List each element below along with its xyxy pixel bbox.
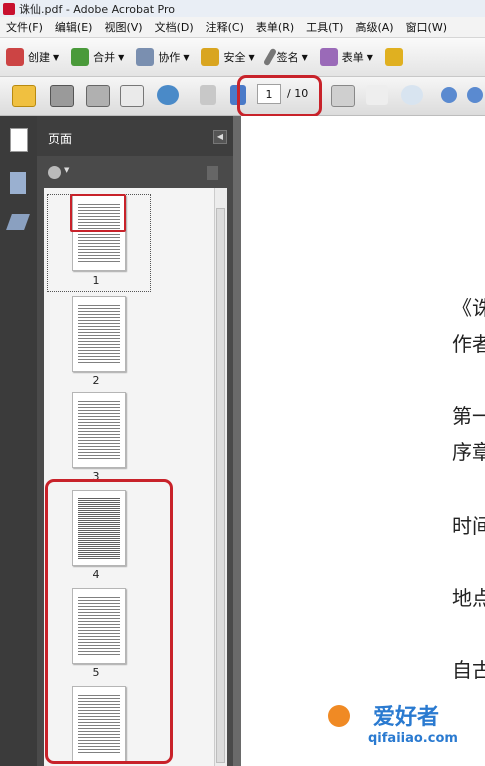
document-line: 自古 xyxy=(452,658,485,682)
page-thumbnail-label: 1 xyxy=(92,274,100,287)
menu-advanced[interactable]: 高级(A) xyxy=(349,19,399,35)
collaborate-icon xyxy=(136,48,155,66)
film-icon xyxy=(384,48,403,66)
collaborate-button[interactable]: 协作 ▼ xyxy=(130,48,195,66)
chevron-down-icon: ▼ xyxy=(366,52,373,62)
zoom-in-icon[interactable] xyxy=(467,87,483,103)
menu-document[interactable]: 文档(D) xyxy=(149,19,200,35)
menu-forms[interactable]: 表单(R) xyxy=(250,19,300,35)
page-thumbnail[interactable] xyxy=(72,296,126,372)
forms-label: 表单 xyxy=(341,51,364,64)
task-toolbar: 创建 ▼ 合并 ▼ 协作 ▼ 安全 ▼ 签名 ▼ 表单 ▼ xyxy=(0,38,485,77)
menu-view[interactable]: 视图(V) xyxy=(98,19,148,35)
secure-button[interactable]: 安全 ▼ xyxy=(195,48,260,66)
document-line: 作者 xyxy=(452,332,485,356)
zoom-out-icon[interactable] xyxy=(441,87,457,103)
create-button[interactable]: 创建 ▼ xyxy=(0,48,65,66)
watermark-text: 爱好者 xyxy=(373,705,440,730)
chevron-down-icon: ▼ xyxy=(64,166,70,174)
document-line: 第一 xyxy=(452,404,485,428)
document-line: 时间 xyxy=(452,514,485,538)
thumbnail-highlight xyxy=(70,194,126,232)
form-icon xyxy=(319,48,338,66)
print-icon[interactable] xyxy=(50,85,74,107)
forms-button[interactable]: 表单 ▼ xyxy=(314,48,379,66)
watermark-logo-icon xyxy=(328,705,350,727)
document-line: 《诛 xyxy=(452,296,485,320)
menu-tools[interactable]: 工具(T) xyxy=(300,19,349,35)
page-number-highlight xyxy=(237,75,322,117)
open-folder-icon[interactable] xyxy=(12,85,36,107)
email-icon[interactable] xyxy=(120,85,144,107)
thumbnail-content xyxy=(78,303,120,365)
chevron-down-icon: ▼ xyxy=(301,52,308,62)
pages-panel-toolbar: ▼ xyxy=(37,156,233,186)
navigation-pane-strip xyxy=(0,116,37,766)
document-view[interactable]: 《诛 作者 第一 序章 时间 地点 自古 xyxy=(241,116,485,766)
page-thumbnails: 1 2 3 4 5 xyxy=(44,188,214,766)
watermark-url: qifaiiao.com xyxy=(368,731,458,746)
page-thumbnail-label: 2 xyxy=(92,374,100,387)
menu-comments[interactable]: 注释(C) xyxy=(200,19,250,35)
pages-panel-title: 页面 xyxy=(48,132,73,146)
menu-bar: 文件(F) 编辑(E) 视图(V) 文档(D) 注释(C) 表单(R) 工具(T… xyxy=(0,17,485,38)
title-bar: 诛仙.pdf - Adobe Acrobat Pro xyxy=(0,0,485,17)
create-icon xyxy=(6,48,24,66)
secure-label: 安全 xyxy=(223,51,246,64)
options-gear-icon[interactable] xyxy=(48,166,61,179)
menu-window[interactable]: 窗口(W) xyxy=(400,19,453,35)
select-tool-icon[interactable] xyxy=(331,85,355,107)
zoom-tool-icon[interactable] xyxy=(401,85,423,105)
window-title: 诛仙.pdf - Adobe Acrobat Pro xyxy=(19,2,175,16)
chevron-down-icon: ▼ xyxy=(248,52,255,62)
hand-tool-icon[interactable] xyxy=(366,85,388,105)
chevron-down-icon: ▼ xyxy=(118,52,125,62)
bookmarks-panel-icon[interactable] xyxy=(10,172,26,194)
thumbnail-content xyxy=(78,399,120,461)
menu-file[interactable]: 文件(F) xyxy=(0,19,49,35)
panel-splitter[interactable] xyxy=(233,116,241,766)
site-watermark: 爱好者 qifaiiao.com xyxy=(328,695,485,763)
create-label: 创建 xyxy=(28,51,50,64)
pages-panel-icon[interactable] xyxy=(10,128,28,152)
combine-button[interactable]: 合并 ▼ xyxy=(65,48,130,66)
multimedia-button[interactable] xyxy=(379,48,413,66)
signatures-panel-icon[interactable] xyxy=(6,214,30,230)
chevron-down-icon: ▼ xyxy=(183,52,190,62)
combine-label: 合并 xyxy=(93,51,116,64)
pages-panel: 页面 ◀ ▼ 1 2 3 4 5 xyxy=(37,116,233,766)
document-line: 序章 xyxy=(452,440,485,464)
upload-icon[interactable] xyxy=(157,85,179,105)
acrobat-app-icon xyxy=(3,2,15,15)
save-icon[interactable] xyxy=(86,85,110,107)
combine-icon xyxy=(71,48,90,66)
document-line: 地点 xyxy=(452,586,485,610)
pages-panel-header: 页面 ◀ xyxy=(37,116,233,156)
sign-label: 签名 xyxy=(276,51,299,64)
menu-edit[interactable]: 编辑(E) xyxy=(49,19,99,35)
previous-page-icon[interactable] xyxy=(200,85,216,105)
chevron-down-icon: ▼ xyxy=(53,52,60,62)
collaborate-label: 协作 xyxy=(158,51,181,64)
collapse-panel-icon[interactable]: ◀ xyxy=(213,130,227,144)
pen-icon xyxy=(262,47,277,67)
sign-button[interactable]: 签名 ▼ xyxy=(261,47,314,67)
thumbnails-scrollbar[interactable] xyxy=(214,188,227,766)
thumbnails-highlight xyxy=(45,479,173,764)
scrollbar-thumb[interactable] xyxy=(216,208,225,763)
lock-icon xyxy=(201,48,220,66)
page-thumbnail[interactable] xyxy=(72,392,126,468)
trash-icon[interactable] xyxy=(207,166,218,180)
